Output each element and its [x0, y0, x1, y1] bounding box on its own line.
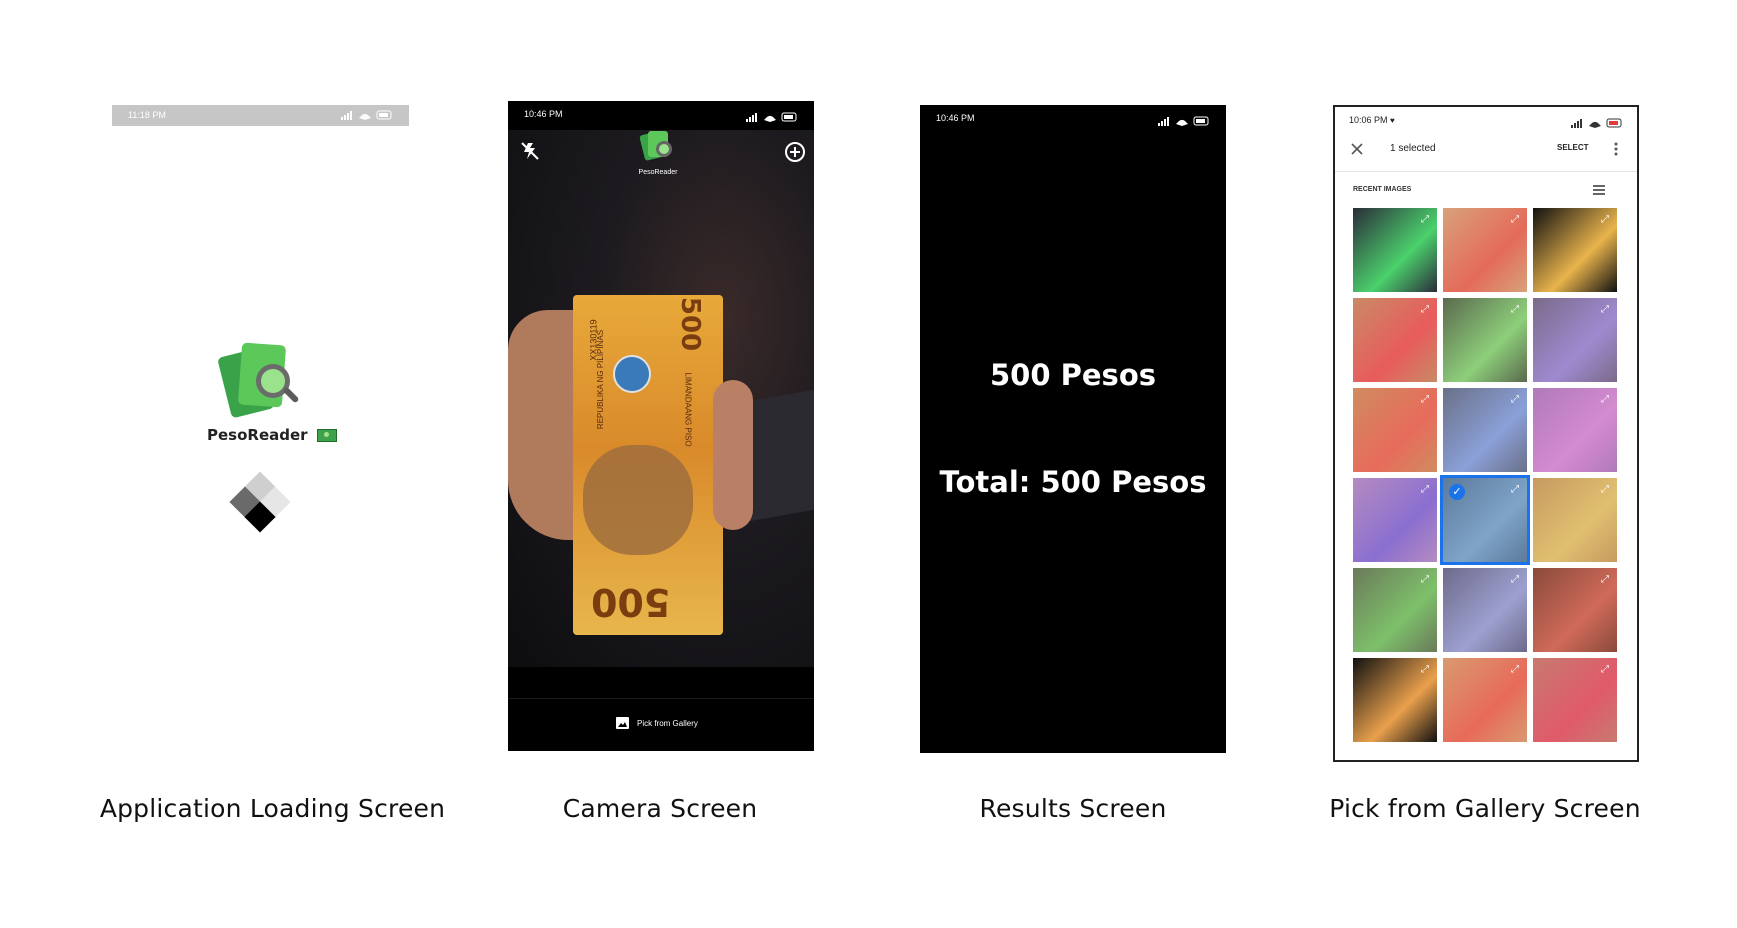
gallery-thumbnail[interactable]: ⤢ — [1533, 388, 1617, 472]
selected-count: 1 selected — [1390, 143, 1436, 154]
gallery-thumbnail[interactable]: ⤢ — [1533, 298, 1617, 382]
pick-from-gallery-button[interactable]: Pick from Gallery — [616, 717, 698, 729]
list-view-icon[interactable] — [1593, 183, 1605, 195]
expand-icon[interactable]: ⤢ — [1599, 304, 1611, 316]
gallery-thumbnail[interactable]: ⤢ ✓ — [1440, 475, 1530, 565]
loading-app-name: PesoReader — [207, 426, 337, 444]
expand-icon[interactable]: ⤢ — [1599, 574, 1611, 586]
expand-icon[interactable]: ⤢ — [1599, 484, 1611, 496]
gallery-thumbnail[interactable]: ⤢ — [1353, 208, 1437, 292]
gallery-thumbnail[interactable]: ⤢ — [1533, 208, 1617, 292]
gallery-screen: 10:06 PM ♥ 1 selected SELECT RECENT IMAG… — [1333, 105, 1639, 762]
gallery-thumbnail[interactable]: ⤢ — [1353, 388, 1437, 472]
loading-status-bar: 11:18 PM — [112, 105, 409, 126]
gallery-thumbnail[interactable]: ⤢ — [1533, 658, 1617, 742]
camera-app-logo-label: PesoReader — [638, 169, 678, 176]
add-circle-icon[interactable] — [784, 141, 806, 163]
gallery-status-time: 10:06 PM ♥ — [1349, 115, 1395, 125]
gallery-image-icon — [616, 717, 629, 729]
loading-app-name-text: PesoReader — [207, 426, 308, 444]
expand-icon[interactable]: ⤢ — [1419, 394, 1431, 406]
camera-status-icons — [746, 109, 798, 127]
banknote-text: LIMANDAANG PISO — [683, 372, 693, 447]
checkmark-icon: ✓ — [1449, 484, 1465, 500]
expand-icon[interactable]: ⤢ — [1599, 214, 1611, 226]
flash-off-icon[interactable] — [520, 141, 540, 161]
thumb-image — [713, 380, 753, 530]
banknote-seal — [613, 355, 651, 393]
banknote-image: 500 500 REPUBLIKA NG PILIPINAS LIMANDAAN… — [573, 295, 723, 635]
expand-icon[interactable]: ⤢ — [1419, 574, 1431, 586]
expand-icon[interactable]: ⤢ — [1419, 664, 1431, 676]
gallery-thumbnail[interactable]: ⤢ — [1353, 298, 1437, 382]
caption-camera: Camera Screen — [562, 794, 758, 823]
gallery-thumbnail[interactable]: ⤢ — [1443, 298, 1527, 382]
gallery-thumbnail[interactable]: ⤢ — [1443, 568, 1527, 652]
gallery-thumbnail[interactable]: ⤢ — [1353, 658, 1437, 742]
caption-loading: Application Loading Screen — [99, 794, 446, 823]
result-text: 500 Pesos — [990, 358, 1156, 392]
expand-icon[interactable]: ⤢ — [1509, 484, 1521, 496]
camera-status-time: 10:46 PM — [524, 109, 563, 119]
caption-gallery: Pick from Gallery Screen — [1329, 794, 1641, 823]
results-status-time: 10:46 PM — [936, 113, 975, 123]
gallery-thumbnail[interactable]: ⤢ — [1443, 388, 1527, 472]
camera-screen: 500 500 REPUBLIKA NG PILIPINAS LIMANDAAN… — [508, 101, 814, 751]
close-icon[interactable] — [1347, 139, 1367, 159]
expand-icon[interactable]: ⤢ — [1509, 574, 1521, 586]
results-status-icons — [1158, 113, 1210, 131]
banknote-emoji-icon — [316, 429, 337, 442]
pesoreader-logo-icon — [217, 338, 300, 419]
banknote-portrait — [583, 445, 693, 555]
results-screen: 10:46 PM 500 Pesos Total: 500 Pesos — [920, 105, 1226, 753]
select-button[interactable]: SELECT — [1557, 143, 1589, 152]
gallery-thumbnail[interactable]: ⤢ — [1443, 208, 1527, 292]
camera-app-logo — [636, 130, 680, 167]
gallery-toolbar: 1 selected SELECT — [1335, 131, 1637, 172]
total-text: Total: 500 Pesos — [939, 465, 1207, 499]
heart-icon: ♥ — [1390, 116, 1395, 125]
gallery-thumbnail[interactable]: ⤢ — [1353, 478, 1437, 562]
camera-preview[interactable]: 500 500 REPUBLIKA NG PILIPINAS LIMANDAAN… — [508, 130, 814, 667]
loading-status-time: 11:18 PM — [128, 110, 166, 120]
loading-status-icons — [341, 110, 393, 122]
camera-bottom-bar: Pick from Gallery — [508, 698, 814, 751]
recent-images-title: RECENT IMAGES — [1353, 186, 1412, 193]
gallery-thumbnail[interactable]: ⤢ — [1443, 658, 1527, 742]
more-options-icon[interactable] — [1611, 139, 1621, 159]
banknote-denomination-bottom: 500 — [591, 580, 671, 624]
loading-spinner-icon — [229, 471, 291, 533]
banknote-serial: XX130119 — [588, 319, 599, 361]
expand-icon[interactable]: ⤢ — [1599, 664, 1611, 676]
expand-icon[interactable]: ⤢ — [1509, 214, 1521, 226]
gallery-thumbnail[interactable]: ⤢ — [1533, 568, 1617, 652]
pick-from-gallery-label: Pick from Gallery — [637, 718, 698, 728]
gallery-thumbnail[interactable]: ⤢ — [1533, 478, 1617, 562]
banknote-denomination-top: 500 — [674, 296, 705, 352]
expand-icon[interactable]: ⤢ — [1419, 484, 1431, 496]
gallery-status-time-text: 10:06 PM — [1349, 115, 1388, 125]
expand-icon[interactable]: ⤢ — [1509, 304, 1521, 316]
expand-icon[interactable]: ⤢ — [1419, 214, 1431, 226]
expand-icon[interactable]: ⤢ — [1509, 664, 1521, 676]
caption-results: Results Screen — [979, 794, 1167, 823]
gallery-thumbnail[interactable]: ⤢ — [1353, 568, 1437, 652]
expand-icon[interactable]: ⤢ — [1509, 394, 1521, 406]
expand-icon[interactable]: ⤢ — [1419, 304, 1431, 316]
expand-icon[interactable]: ⤢ — [1599, 394, 1611, 406]
